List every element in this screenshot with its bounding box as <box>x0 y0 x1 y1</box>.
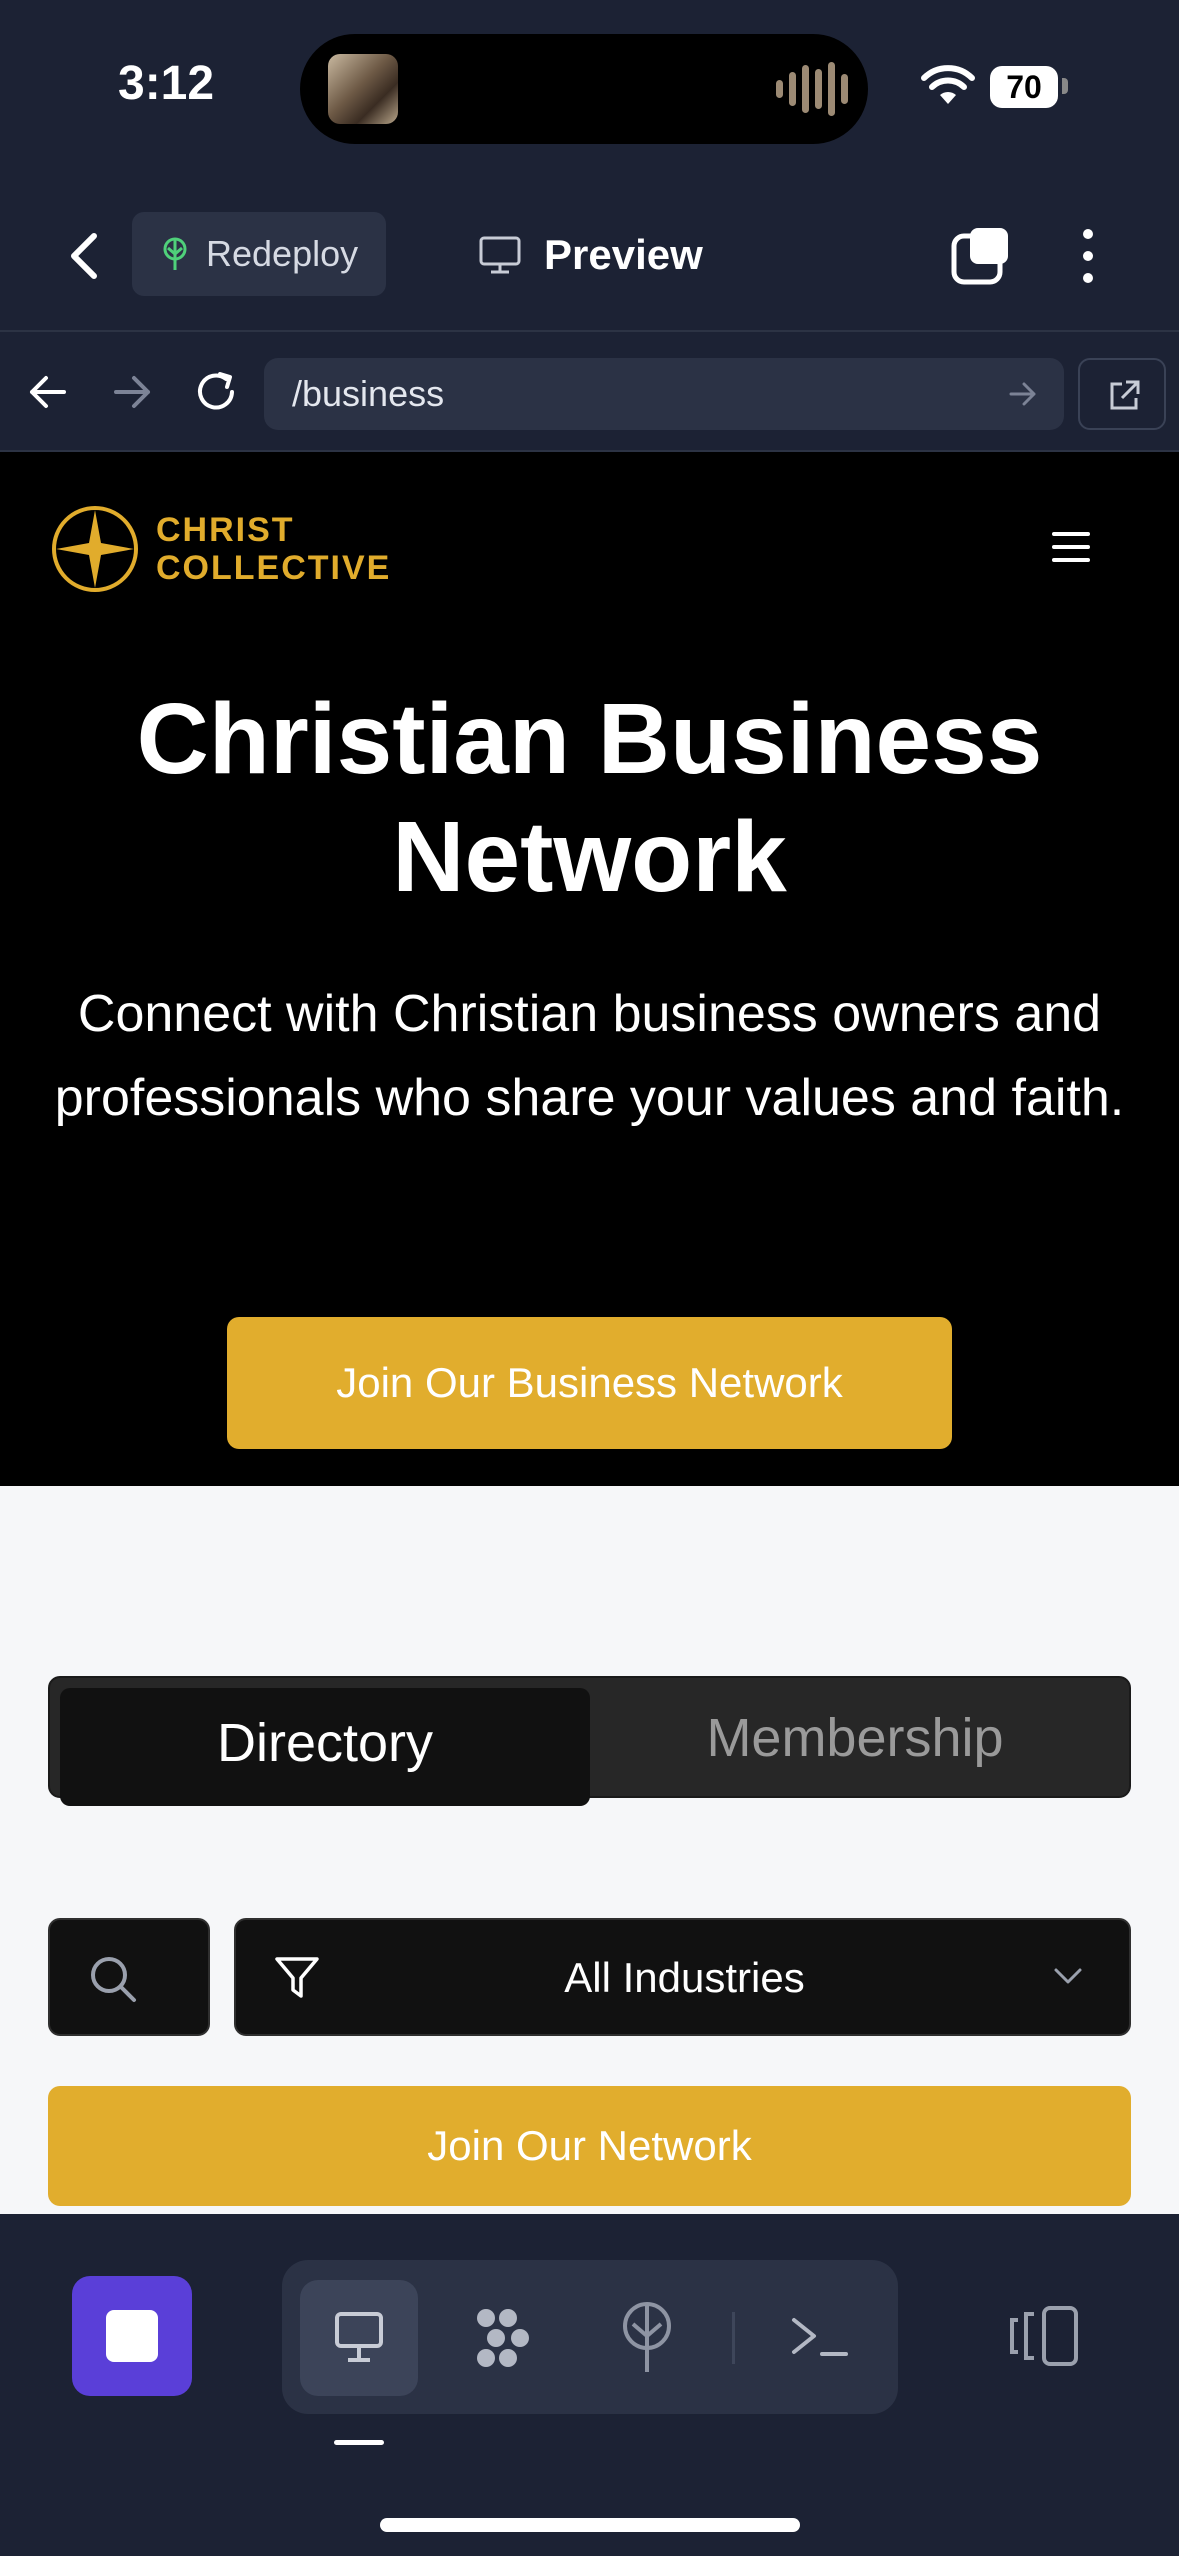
preview-tab[interactable]: Preview <box>478 222 703 288</box>
divider <box>732 2312 735 2364</box>
monitor-icon <box>479 236 521 274</box>
hero-title: Christian Business Network <box>136 683 1043 913</box>
back-chevron-icon[interactable] <box>56 222 116 290</box>
hero-subtitle: Connect with Christian business owners a… <box>54 985 1125 1127</box>
deploy-view-button[interactable] <box>588 2280 706 2396</box>
preview-view-button[interactable] <box>300 2280 418 2396</box>
section-tabs: Directory Membership <box>48 1676 1131 1806</box>
browser-url-bar: /business <box>0 330 1179 452</box>
now-playing-artwork <box>328 54 398 124</box>
audio-waveform-icon <box>776 62 848 116</box>
home-indicator[interactable] <box>380 2518 800 2532</box>
logo-wordmark: CHRIST COLLECTIVE <box>156 511 391 587</box>
nodes-icon <box>477 2309 529 2367</box>
stop-icon <box>106 2310 158 2362</box>
redeploy-label: Redeploy <box>206 233 359 274</box>
preview-label: Preview <box>544 231 703 278</box>
arrow-left-icon[interactable] <box>24 372 70 412</box>
active-view-indicator <box>334 2440 384 2445</box>
go-arrow-icon[interactable] <box>1008 380 1038 408</box>
reload-icon[interactable] <box>192 368 240 416</box>
battery-tip <box>1062 78 1068 94</box>
tab-membership[interactable]: Membership <box>590 1688 1120 1788</box>
external-link-icon <box>1110 380 1140 410</box>
tab-directory[interactable]: Directory <box>60 1688 590 1806</box>
url-text: /business <box>292 373 445 414</box>
web-preview: CHRIST COLLECTIVE Christian Business Net… <box>0 452 1179 2214</box>
arrow-right-icon[interactable] <box>110 372 156 412</box>
status-bar: 3:12 70 <box>0 0 1179 180</box>
deploy-tree-icon <box>163 237 187 270</box>
url-input[interactable]: /business <box>264 358 1064 430</box>
view-switcher <box>282 2260 898 2414</box>
status-time: 3:12 <box>118 57 215 110</box>
battery-indicator: 70 <box>990 66 1058 108</box>
monitor-icon <box>335 2312 383 2362</box>
logo-line-2: COLLECTIVE <box>156 549 392 587</box>
industry-select-value: All Industries <box>564 1954 805 2001</box>
open-external-button[interactable] <box>1078 358 1166 430</box>
star-logo-icon <box>52 506 138 592</box>
more-options-icon[interactable] <box>1068 224 1108 288</box>
wifi-icon <box>921 65 975 104</box>
app-toolbar: Redeploy Preview <box>0 180 1179 330</box>
dynamic-island[interactable] <box>300 34 868 144</box>
stop-button[interactable] <box>72 2276 192 2396</box>
redeploy-button[interactable]: Redeploy <box>132 212 386 296</box>
industry-select[interactable]: All Industries <box>234 1918 1131 2036</box>
join-network-button[interactable]: Join Our Network <box>48 2086 1131 2206</box>
graph-view-button[interactable] <box>444 2280 562 2396</box>
terminal-icon <box>792 2318 848 2356</box>
join-business-network-button[interactable]: Join Our Business Network <box>227 1317 952 1449</box>
logo-line-1: CHRIST <box>156 511 295 549</box>
hero-section: CHRIST COLLECTIVE Christian Business Net… <box>0 452 1179 1486</box>
chevron-down-icon <box>1054 1968 1082 1984</box>
hamburger-menu-icon[interactable] <box>1052 532 1090 562</box>
bottom-toolbar <box>0 2214 1179 2556</box>
terminal-view-button[interactable] <box>760 2280 878 2396</box>
tabs-icon[interactable] <box>950 224 1012 286</box>
search-button[interactable] <box>48 1918 210 2036</box>
search-icon <box>91 1957 136 2002</box>
site-logo[interactable]: CHRIST COLLECTIVE <box>50 504 391 594</box>
device-switch-icon[interactable] <box>1008 2304 1082 2368</box>
deploy-tree-icon <box>623 2302 671 2372</box>
